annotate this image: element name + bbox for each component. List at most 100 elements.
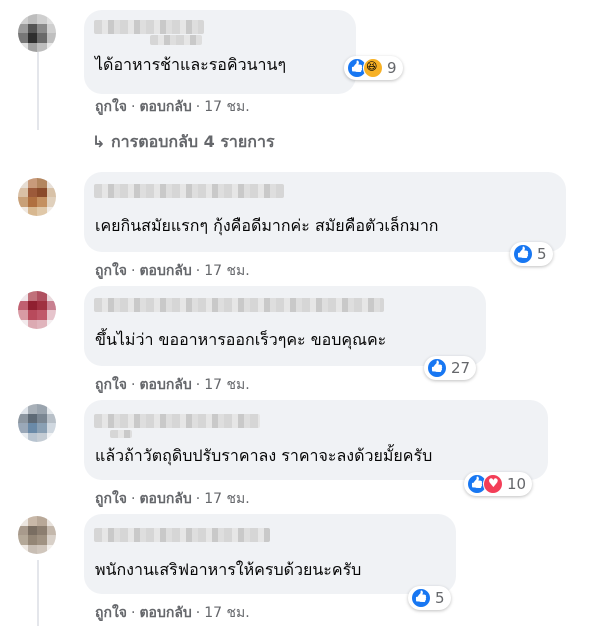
comment-text: แล้วถ้าวัตถุดิบปรับราคาลง ราคาจะลงด้วยมั…: [95, 446, 433, 465]
avatar-pixel: [18, 404, 28, 414]
commenter-name-redacted[interactable]: [94, 528, 270, 542]
commenter-name-redacted[interactable]: [110, 430, 132, 438]
commenter-name-redacted[interactable]: [94, 20, 204, 34]
avatar-pixel: [18, 525, 28, 535]
avatar-pixel: [46, 404, 56, 414]
avatar-pixel: [27, 544, 37, 554]
reaction-summary[interactable]: 27: [424, 356, 477, 380]
commenter-name-redacted[interactable]: [150, 35, 202, 45]
like-link[interactable]: ถูกใจ: [95, 263, 127, 279]
thread-line: [37, 52, 39, 130]
avatar-pixel: [27, 14, 37, 24]
commenter-name-redacted[interactable]: [94, 298, 384, 312]
avatar[interactable]: [18, 14, 56, 52]
avatar-pixel: [46, 310, 56, 320]
avatar-pixel: [46, 291, 56, 301]
avatar-pixel: [27, 187, 37, 197]
reply-link[interactable]: ตอบกลับ: [139, 263, 191, 279]
reply-link[interactable]: ตอบกลับ: [139, 377, 191, 393]
avatar-pixel: [46, 423, 56, 433]
avatar-pixel: [18, 432, 28, 442]
avatar-pixel: [37, 33, 47, 43]
reaction-count: 27: [451, 359, 471, 377]
avatar-pixel: [27, 413, 37, 423]
reaction-summary[interactable]: 9: [344, 56, 403, 80]
avatar-pixel: [37, 300, 47, 310]
avatar-pixel: [37, 516, 47, 526]
reaction-summary[interactable]: 5: [408, 586, 451, 610]
avatar-pixel: [37, 291, 47, 301]
reaction-count: 5: [435, 589, 445, 607]
commenter-name-redacted[interactable]: [94, 414, 260, 428]
reaction-count: 9: [387, 59, 397, 77]
reply-link[interactable]: ตอบกลับ: [139, 491, 191, 507]
avatar-pixel: [46, 413, 56, 423]
avatar-pixel: [37, 23, 47, 33]
reaction-summary[interactable]: 5: [510, 242, 553, 266]
separator: ·: [195, 377, 201, 393]
avatar[interactable]: [18, 516, 56, 554]
avatar-pixel: [27, 516, 37, 526]
like-link[interactable]: ถูกใจ: [95, 99, 127, 115]
avatar-pixel: [27, 42, 37, 52]
avatar-pixel: [27, 178, 37, 188]
avatar-pixel: [46, 197, 56, 207]
comment-bubble: [84, 400, 548, 480]
avatar-pixel: [18, 319, 28, 329]
avatar-pixel: [18, 206, 28, 216]
like-link[interactable]: ถูกใจ: [95, 491, 127, 507]
avatar-pixel: [37, 310, 47, 320]
avatar-pixel: [46, 432, 56, 442]
avatar[interactable]: [18, 291, 56, 329]
comment-actions: ถูกใจ · ตอบกลับ · 17 ชม.: [95, 488, 250, 510]
like-link[interactable]: ถูกใจ: [95, 377, 127, 393]
reaction-summary[interactable]: 10: [464, 472, 533, 496]
avatar-pixel: [37, 42, 47, 52]
comment-text: ขึ้นไม่ว่า ขออาหารออกเร็วๆคะ ขอบคุณคะ: [95, 330, 387, 349]
separator: ·: [131, 263, 136, 279]
avatar-pixel: [37, 319, 47, 329]
avatar-pixel: [37, 423, 47, 433]
timestamp[interactable]: 17 ชม.: [204, 377, 249, 393]
avatar-pixel: [37, 14, 47, 24]
reply-link[interactable]: ตอบกลับ: [139, 99, 191, 115]
separator: ·: [131, 377, 136, 393]
avatar-pixel: [46, 14, 56, 24]
timestamp[interactable]: 17 ชม.: [204, 605, 249, 621]
avatar-pixel: [37, 197, 47, 207]
avatar-pixel: [46, 535, 56, 545]
comment-actions: ถูกใจ · ตอบกลับ · 17 ชม.: [95, 602, 250, 624]
reaction-count: 10: [507, 475, 527, 493]
timestamp[interactable]: 17 ชม.: [204, 99, 249, 115]
like-link[interactable]: ถูกใจ: [95, 605, 127, 621]
separator: ·: [131, 491, 136, 507]
avatar-pixel: [37, 535, 47, 545]
comment-text: พนักงานเสริฟอาหารให้ครบด้วยนะครับ: [95, 560, 362, 579]
avatar-pixel: [18, 413, 28, 423]
commenter-name-redacted[interactable]: [94, 184, 284, 198]
reply-link[interactable]: ตอบกลับ: [139, 605, 191, 621]
haha-icon: [363, 58, 383, 78]
avatar[interactable]: [18, 178, 56, 216]
view-replies-link[interactable]: ↳ การตอบกลับ 4 รายการ: [92, 130, 275, 155]
timestamp[interactable]: 17 ชม.: [204, 491, 249, 507]
avatar-pixel: [18, 535, 28, 545]
timestamp[interactable]: 17 ชม.: [204, 263, 249, 279]
comment-text: ได้อาหารช้าและรอคิวนานๆ: [95, 55, 287, 74]
avatar-pixel: [18, 300, 28, 310]
avatar-pixel: [46, 23, 56, 33]
avatar-pixel: [46, 544, 56, 554]
like-icon: [513, 244, 533, 264]
avatar-pixel: [18, 33, 28, 43]
avatar-pixel: [18, 310, 28, 320]
comment-bubble: [84, 514, 456, 594]
avatar-pixel: [37, 178, 47, 188]
avatar-pixel: [18, 423, 28, 433]
separator: ·: [131, 605, 136, 621]
avatar[interactable]: [18, 404, 56, 442]
avatar-pixel: [46, 319, 56, 329]
avatar-pixel: [27, 33, 37, 43]
separator: ·: [195, 99, 201, 115]
avatar-pixel: [18, 14, 28, 24]
comment-text: เคยกินสมัยแรกๆ กุ้งคือดีมากค่ะ สมัยคือตั…: [95, 216, 439, 235]
